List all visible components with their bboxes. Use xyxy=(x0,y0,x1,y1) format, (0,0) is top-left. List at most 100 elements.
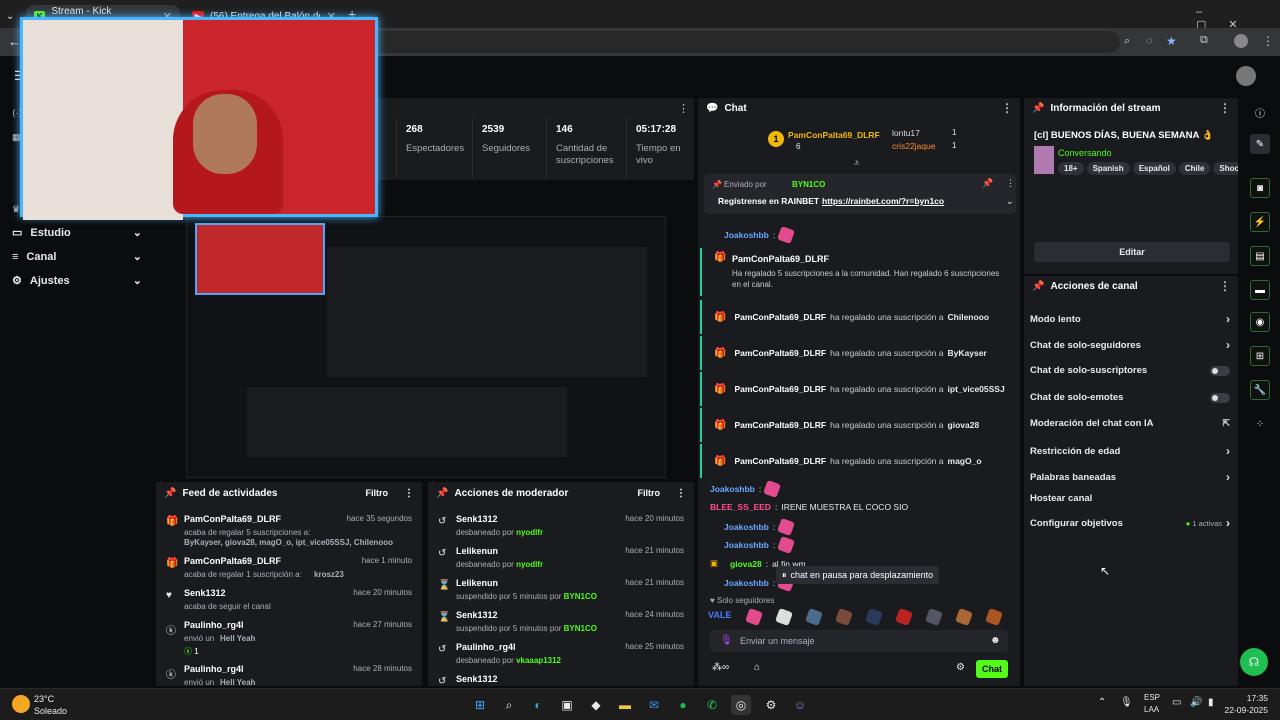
emote-image[interactable] xyxy=(985,608,1004,626)
zoom-icon[interactable]: ⌕ xyxy=(1124,35,1130,48)
kebab-menu-icon[interactable]: ⋮ xyxy=(1219,101,1231,115)
mod-action-item: ⌛ Lelikenun hace 21 minutos suspendido por … xyxy=(438,578,684,601)
expand-icon[interactable]: ⩡ xyxy=(854,158,860,169)
stream-preview-panel xyxy=(154,182,694,482)
kebab-menu-icon[interactable]: ⋮ xyxy=(678,102,689,115)
windows-start-icon[interactable]: ⊞ xyxy=(470,695,490,715)
sidebar-item-ajustes[interactable]: ⚙ Ajustes ⌄ xyxy=(12,274,142,288)
info-icon[interactable]: ⓘ xyxy=(1250,102,1270,122)
mod-action-item: ⌛ Senk1312 hace 24 minutos suspendido por 5… xyxy=(438,610,684,633)
kebab-menu-icon[interactable]: ⋮ xyxy=(404,488,414,499)
action-emotes-only[interactable]: Chat de solo-emotes xyxy=(1030,392,1230,403)
stat-subscriptions: 146 Cantidad de suscripciones xyxy=(546,118,622,178)
camera-icon[interactable]: ◙ xyxy=(1250,178,1270,198)
action-followers-only[interactable]: Chat de solo-seguidores › xyxy=(1030,338,1230,352)
chevron-up-icon[interactable]: ⌃ xyxy=(1098,697,1106,708)
nested-webcam-image xyxy=(195,223,325,295)
folder-icon[interactable]: ▬ xyxy=(615,695,635,715)
kebab-menu-icon[interactable]: ⋮ xyxy=(1262,34,1274,48)
subscribers-only-toggle[interactable] xyxy=(1210,365,1230,376)
edit-button[interactable]: Editar xyxy=(1034,242,1230,262)
chat-settings-icon[interactable]: ⁂∞ xyxy=(712,662,729,673)
activity-feed-panel: 📌 Feed de actividades Filtro ⋮ 🎁 PamConP… xyxy=(156,482,422,686)
kebab-menu-icon[interactable]: ⋮ xyxy=(1219,279,1231,293)
eye-off-icon[interactable]: ◌ xyxy=(1146,35,1153,47)
broadcast-icon[interactable]: ◉ xyxy=(1250,312,1270,332)
chrome-icon[interactable]: ◎ xyxy=(731,695,751,715)
activity-feed-header: 📌 Feed de actividades Filtro ⋮ xyxy=(164,487,414,499)
steam-icon[interactable]: ⚙ xyxy=(761,695,781,715)
profile-avatar[interactable] xyxy=(1234,34,1248,48)
emote-image[interactable] xyxy=(745,608,764,626)
emote-bar[interactable]: VALE xyxy=(708,608,1008,626)
gift-icon: 🎁 xyxy=(714,383,727,395)
chevron-down-icon[interactable]: ⌄ xyxy=(1006,196,1014,207)
sidebar-item-canal[interactable]: ≡ Canal ⌄ xyxy=(12,250,142,264)
emotes-only-toggle[interactable] xyxy=(1210,392,1230,403)
filter-button[interactable]: Filtro xyxy=(366,488,389,498)
app-icon[interactable]: ◆ xyxy=(586,695,606,715)
emote-image[interactable] xyxy=(895,608,914,626)
emote-image[interactable] xyxy=(865,608,884,626)
channel-actions-header: 📌 Acciones de canal ⋮ xyxy=(1032,279,1231,293)
search-icon[interactable]: ⌕ xyxy=(499,695,519,715)
store-icon[interactable]: ⌂ xyxy=(754,662,760,673)
kebab-menu-icon[interactable]: ⋮ xyxy=(1006,178,1015,189)
spotify-icon[interactable]: ● xyxy=(673,695,693,715)
action-ai-moderation[interactable]: Moderación del chat con IA ⇱ xyxy=(1030,418,1230,429)
stat-viewers: 268 Espectadores xyxy=(396,118,466,178)
trophy-icon[interactable]: ♛ xyxy=(12,204,20,215)
category-name[interactable]: Conversando xyxy=(1058,148,1112,158)
filter-button[interactable]: Filtro xyxy=(638,488,661,498)
chat-input[interactable]: 🎙 Enviar un mensaje ☻ xyxy=(710,630,1008,652)
stream-video-preview xyxy=(186,216,666,478)
wrench-icon[interactable]: 🔧 xyxy=(1250,380,1270,400)
chat-message: Joakoshbb: xyxy=(702,480,1012,498)
user-avatar[interactable] xyxy=(1236,66,1256,86)
emoji-icon[interactable]: ☻ xyxy=(990,635,1001,646)
battery-icon[interactable]: ▮ xyxy=(1208,697,1214,708)
emote-image[interactable] xyxy=(805,608,824,626)
sidebar-item-estudio[interactable]: ▭ Estudio ⌄ xyxy=(12,226,142,240)
kebab-menu-icon[interactable]: ⋮ xyxy=(1001,101,1013,115)
edge-icon[interactable]: ◐ xyxy=(528,695,548,715)
star-icon[interactable]: ★ xyxy=(1166,34,1177,48)
emote-image[interactable] xyxy=(775,608,794,626)
action-configure-goals[interactable]: Configurar objetivos ● 1 activas › xyxy=(1030,516,1230,530)
action-age-restriction[interactable]: Restricción de edad › xyxy=(1030,444,1230,458)
mail-icon[interactable]: ✉ xyxy=(644,695,664,715)
support-button[interactable]: ☊ xyxy=(1240,648,1268,676)
discord-icon[interactable]: ☺ xyxy=(790,695,810,715)
pencil-icon[interactable]: ✎ xyxy=(1250,134,1270,154)
whatsapp-icon[interactable]: ✆ xyxy=(702,695,722,715)
kebab-menu-icon[interactable]: ⋮ xyxy=(676,488,686,499)
lightning-icon[interactable]: ⚡ xyxy=(1250,212,1270,232)
network-icon[interactable]: ▭ xyxy=(1172,697,1181,708)
more-icon[interactable]: ⁘ xyxy=(1250,414,1270,434)
emote-image[interactable]: VALE xyxy=(708,610,731,626)
emote-image[interactable] xyxy=(925,608,944,626)
action-slow-mode[interactable]: Modo lento › xyxy=(1030,312,1230,326)
gift-icon[interactable]: ⊞ xyxy=(1250,346,1270,366)
store-icon[interactable]: ▣ xyxy=(557,695,577,715)
send-chat-button[interactable]: Chat xyxy=(976,660,1008,678)
stat-live-time: 05:17:28 Tiempo en vivo xyxy=(626,118,692,178)
extensions-icon[interactable]: ⧉ xyxy=(1200,34,1208,47)
action-host-channel[interactable]: Hostear canal xyxy=(1030,493,1230,504)
chat-paused-button[interactable]: ⏸ chat en pausa para desplazamiento xyxy=(776,566,940,584)
action-banned-words[interactable]: Palabras baneadas › xyxy=(1030,470,1230,484)
activity-item: 🎁 PamConPalta69_DLRF hace 1 minuto acaba… xyxy=(166,556,412,579)
stream-title: [cl] BUENOS DÍAS, BUENA SEMANA 👌 xyxy=(1034,130,1214,141)
chat-bubble-icon[interactable]: ▬ xyxy=(1250,280,1270,300)
emote-image[interactable] xyxy=(955,608,974,626)
volume-icon[interactable]: 🔊 xyxy=(1190,697,1202,708)
action-subscribers-only[interactable]: Chat de solo-suscriptores xyxy=(1030,365,1230,376)
chat-message: BLEE_SS_EED: IRENE MUESTRA EL COCO SIO xyxy=(710,502,909,512)
document-icon[interactable]: ▤ xyxy=(1250,246,1270,266)
chevron-down-icon: ⌄ xyxy=(132,251,142,263)
unpin-icon[interactable]: 📌 xyxy=(982,178,993,189)
gear-icon[interactable]: ⚙ xyxy=(956,662,965,673)
mod-action-item: ↺ Lelikenun hace 21 minutos desbaneado por … xyxy=(438,546,684,569)
emote-image[interactable] xyxy=(835,608,854,626)
mic-icon[interactable]: 🎙 xyxy=(1120,697,1133,708)
